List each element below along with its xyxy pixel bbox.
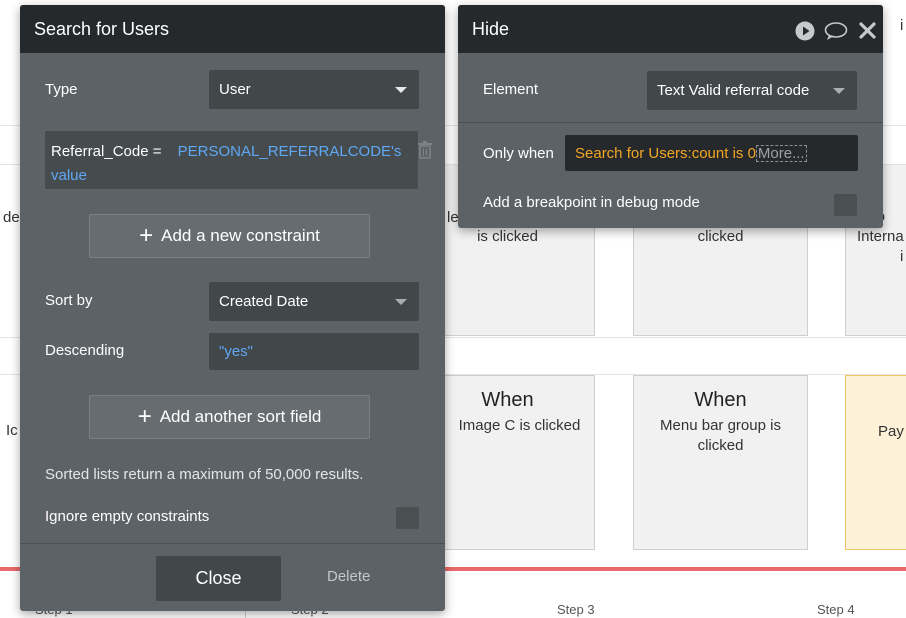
add-constraint-label: Add a new constraint [161, 226, 320, 245]
workflow-card[interactable]: When Image C is clicked [420, 375, 595, 550]
chevron-down-icon [833, 87, 845, 94]
add-sort-field-label: Add another sort field [159, 407, 322, 426]
workflow-card-text: Menu bar group is clicked [660, 417, 781, 454]
type-dropdown-value: User [219, 81, 251, 98]
type-dropdown[interactable]: User [209, 70, 419, 109]
chevron-down-icon [395, 298, 407, 305]
hide-panel-title: Hide [472, 18, 510, 39]
plus-icon: + [139, 222, 154, 249]
plus-icon: + [137, 403, 152, 430]
delete-button[interactable]: Delete [327, 568, 370, 585]
workflow-card-text: is clicked [477, 228, 538, 245]
footer-divider [20, 543, 445, 544]
hide-panel-header[interactable]: Hide [458, 5, 883, 53]
top-right-fragment: i [900, 17, 904, 34]
close-button-label: Close [195, 568, 242, 588]
workflow-card-text: i [900, 248, 904, 265]
sort-by-label: Sort by [45, 292, 93, 309]
workflow-card-text: Image C is clicked [458, 417, 581, 434]
card-fragment-left-1: de [3, 209, 20, 226]
type-label: Type [45, 81, 78, 98]
card-fragment-le: le [447, 209, 459, 226]
constraint-field: Referral_Code = [51, 143, 162, 160]
breakpoint-label: Add a breakpoint in debug mode [483, 194, 700, 211]
breakpoint-checkbox[interactable] [834, 194, 857, 216]
only-when-expression-text[interactable]: Search for Users:count is 0 [575, 145, 756, 162]
element-label: Element [483, 81, 539, 98]
constraint-row[interactable]: Referral_Code = PERSONAL_REFERRALCODE's … [45, 131, 418, 189]
search-panel-title: Search for Users [34, 18, 170, 39]
only-when-expression[interactable]: Search for Users:count is 0 More... [565, 135, 858, 171]
search-panel-header[interactable]: Search for Users [20, 5, 445, 53]
card-fragment-left-2: Ic [6, 422, 18, 439]
close-button[interactable]: Close [156, 556, 281, 601]
workflow-card-text: clicked [697, 228, 744, 245]
workflow-card[interactable]: When Menu bar group is clicked [633, 375, 808, 550]
search-panel: Search for Users Type User Referral_Code… [20, 5, 445, 611]
sort-note: Sorted lists return a maximum of 50,000 … [45, 466, 364, 483]
chevron-down-icon [395, 86, 407, 93]
descending-value: "yes" [219, 343, 253, 360]
descending-label: Descending [45, 342, 125, 359]
only-when-label: Only when [483, 145, 554, 162]
workflow-card-when: When [694, 389, 747, 411]
add-constraint-button[interactable]: + Add a new constraint [89, 214, 370, 258]
comment-icon[interactable] [824, 21, 848, 41]
element-dropdown[interactable]: Text Valid referral code [647, 71, 857, 110]
more-button[interactable]: More... [755, 144, 807, 162]
element-value: Text Valid referral code [657, 82, 810, 99]
ignore-empty-label: Ignore empty constraints [45, 508, 210, 525]
sort-by-dropdown[interactable]: Created Date [209, 282, 419, 321]
step-label: Step 4 [817, 602, 855, 617]
descending-input[interactable]: "yes" [209, 333, 419, 370]
workflow-card-when: When [481, 389, 534, 411]
hide-divider [458, 122, 883, 123]
sort-by-value: Created Date [219, 293, 309, 310]
ignore-empty-checkbox[interactable] [396, 507, 419, 529]
add-sort-field-button[interactable]: + Add another sort field [89, 395, 370, 439]
hide-panel: Hide Element Text Valid referral code On… [458, 5, 883, 228]
workflow-card-text: Interna [857, 228, 904, 245]
play-icon[interactable] [795, 21, 815, 41]
close-icon[interactable] [859, 22, 876, 39]
workflow-card-text: Pay [878, 423, 904, 440]
step-label: Step 3 [557, 602, 595, 617]
trash-icon[interactable] [417, 141, 433, 159]
workflow-card[interactable]: Pay [845, 375, 906, 550]
